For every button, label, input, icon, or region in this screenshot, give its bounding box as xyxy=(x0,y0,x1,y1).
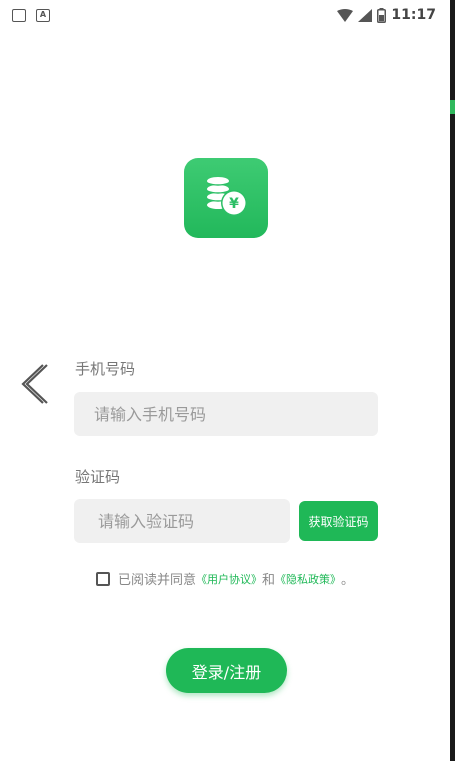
user-agreement-link[interactable]: 《用户协议》 xyxy=(196,571,262,587)
app-icon: A xyxy=(36,9,50,22)
privacy-policy-link[interactable]: 《隐私政策》 xyxy=(275,571,341,587)
agreement-prefix: 已阅读并同意 xyxy=(118,573,197,588)
agreement-conjunction: 和 xyxy=(262,573,276,588)
login-register-button[interactable]: 登录/注册 xyxy=(166,648,287,693)
app-logo: ¥ xyxy=(184,158,268,238)
screen-edge xyxy=(450,0,455,761)
notification-icon xyxy=(12,9,26,22)
verification-code-input[interactable] xyxy=(74,499,290,543)
yen-symbol: ¥ xyxy=(229,196,239,212)
back-arrow-icon[interactable] xyxy=(19,363,49,405)
wifi-icon xyxy=(337,8,354,22)
agreement-suffix: 。 xyxy=(341,573,355,588)
verification-code-label: 验证码 xyxy=(75,468,121,486)
get-verification-code-button[interactable]: 获取验证码 xyxy=(299,501,378,541)
phone-label: 手机号码 xyxy=(75,360,136,378)
battery-icon xyxy=(377,7,387,23)
agreement-checkbox[interactable] xyxy=(96,571,110,586)
status-bar: A 11:17 xyxy=(0,0,450,34)
agreement-row: 已阅读并同意 《用户协议》 和 《隐私政策》 。 xyxy=(96,569,354,588)
coin-yen-icon: ¥ xyxy=(206,177,247,216)
phone-input[interactable] xyxy=(74,392,378,436)
signal-icon xyxy=(358,8,373,22)
status-time: 11:17 xyxy=(391,7,436,23)
